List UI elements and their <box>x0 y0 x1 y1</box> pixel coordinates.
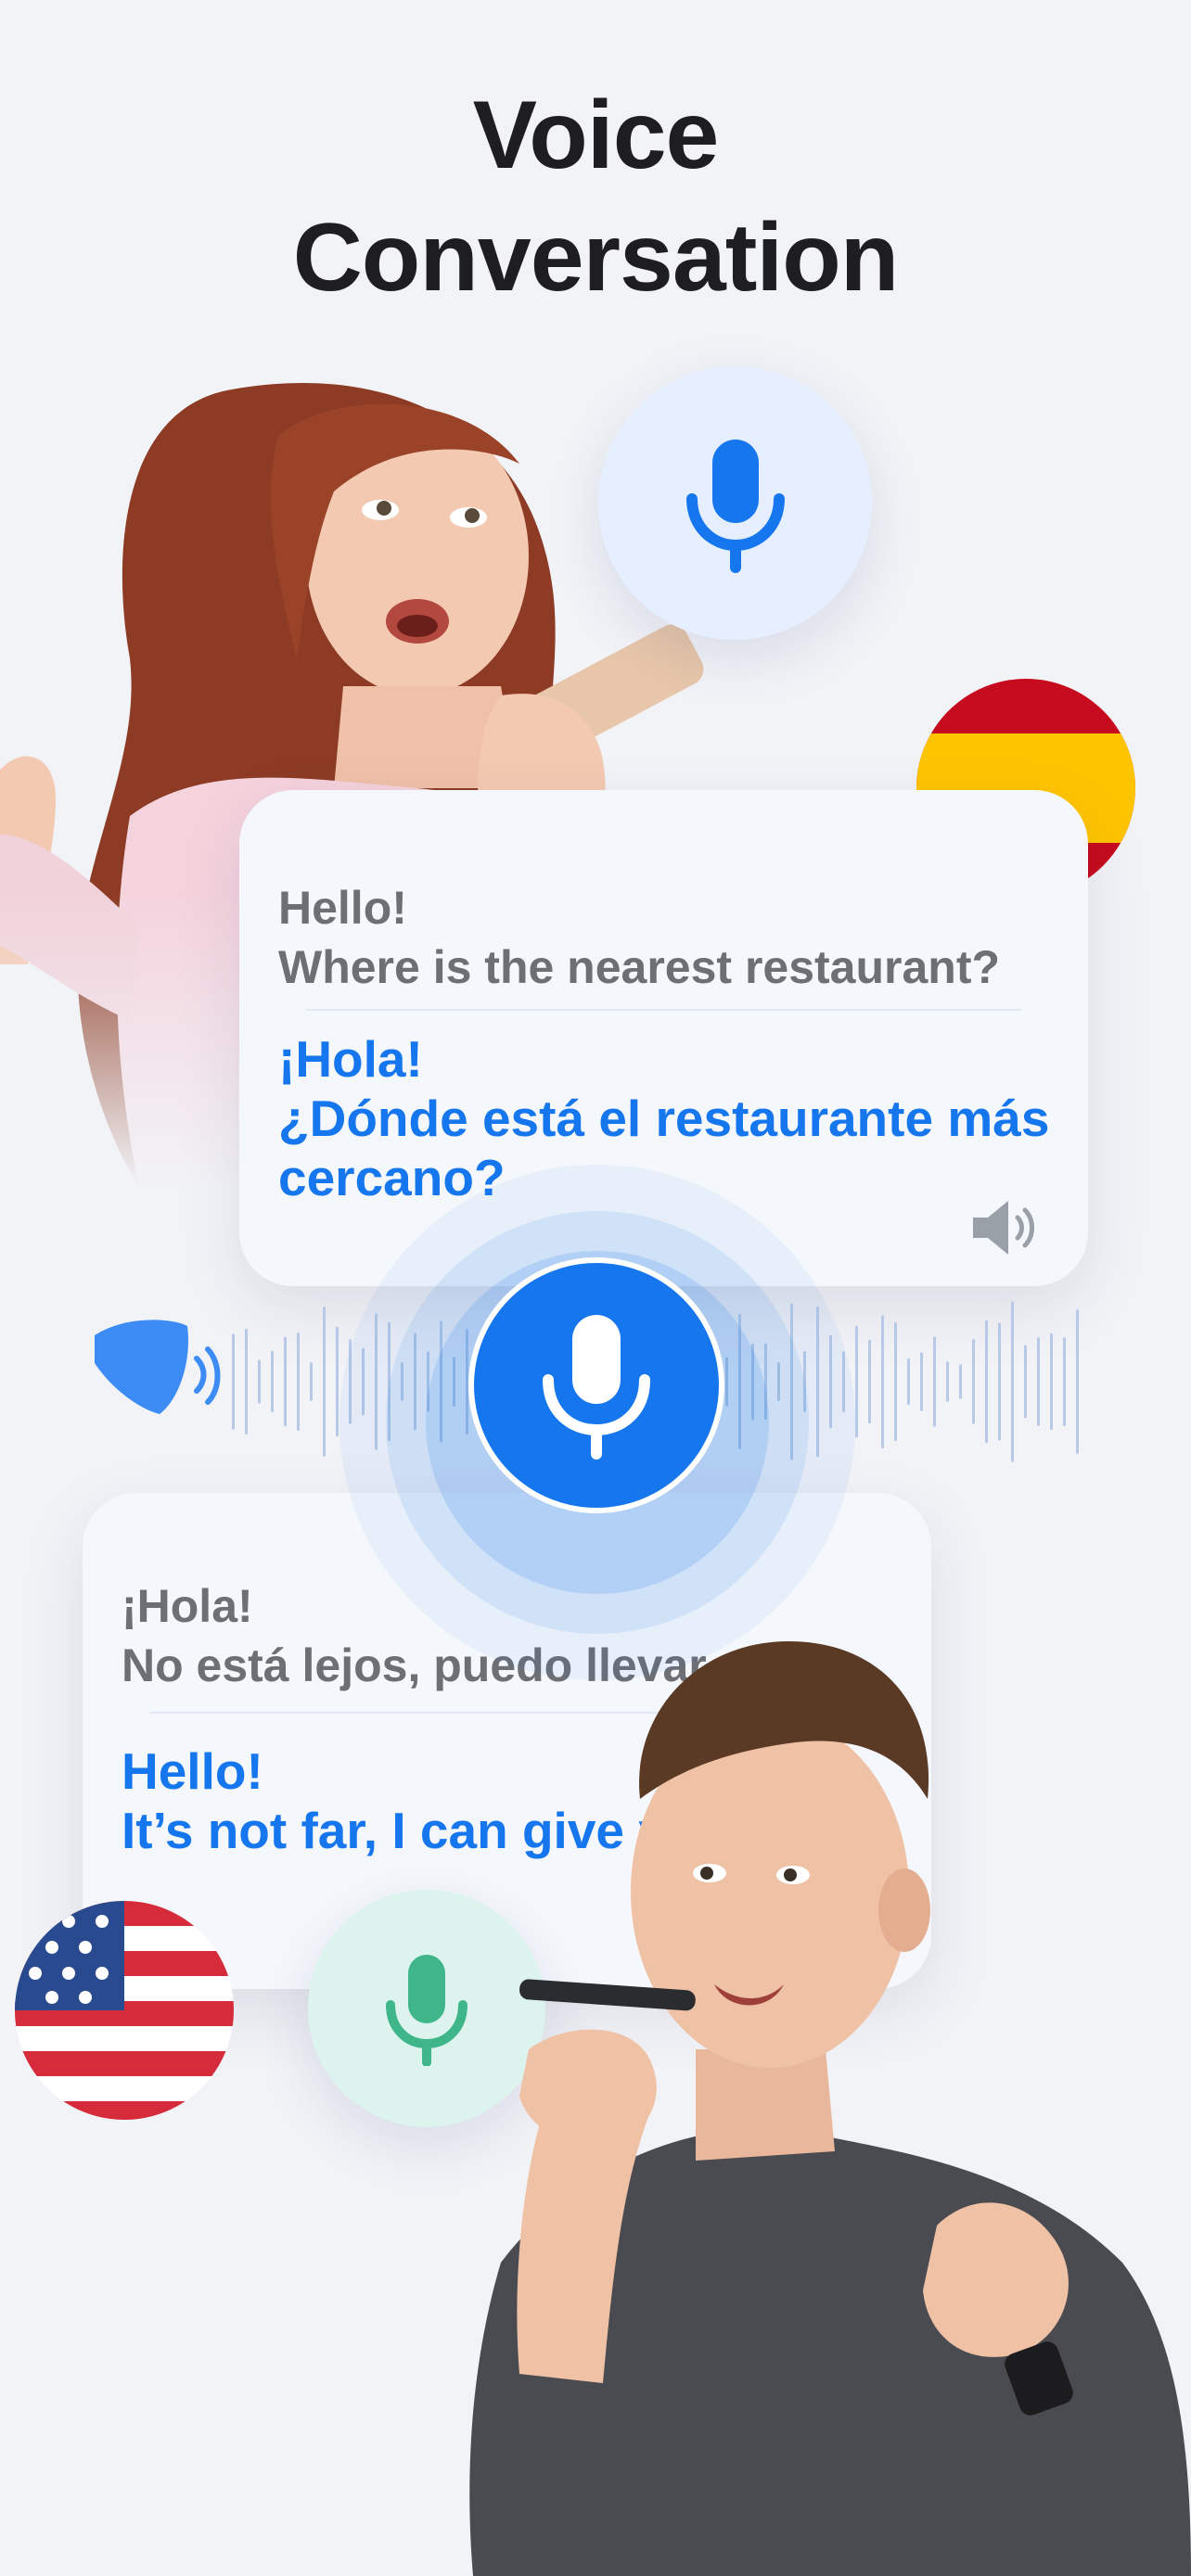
waveform-bar <box>881 1315 884 1448</box>
translated-line: ¿Dónde está el restaurante más <box>278 1090 1050 1147</box>
source-text: Hello! Where is the nearest restaurant? <box>278 878 1055 997</box>
waveform-bar <box>985 1320 988 1444</box>
waveform-bar <box>920 1352 923 1411</box>
waveform-bar <box>310 1362 313 1401</box>
waveform-bar <box>1063 1337 1066 1426</box>
waveform-bar <box>907 1358 910 1406</box>
waveform-bar <box>336 1326 339 1437</box>
waveform-bar <box>323 1307 326 1457</box>
translated-line: ¡Hola! <box>278 1030 423 1088</box>
waveform-bar <box>998 1322 1001 1441</box>
waveform-bar <box>258 1359 261 1404</box>
waveform-bar <box>855 1325 858 1438</box>
waveform-bar <box>284 1336 287 1427</box>
divider <box>306 1009 1021 1011</box>
source-line: Hello! <box>278 882 407 934</box>
waveform-bar <box>1076 1309 1079 1454</box>
title-line-1: Voice <box>472 82 720 189</box>
page-title: Voice Conversation <box>0 74 1191 319</box>
waveform-bar <box>946 1361 949 1402</box>
sound-wave-icon <box>95 1320 221 1414</box>
waveform-bar <box>959 1364 962 1399</box>
waveform-bar <box>868 1339 871 1424</box>
waveform-bar <box>232 1333 235 1430</box>
waveform-bar <box>297 1333 300 1431</box>
waveform-bar <box>972 1339 975 1424</box>
waveform-bar <box>933 1336 936 1427</box>
usa-flag-icon <box>15 1901 234 2120</box>
waveform-bar <box>1011 1301 1014 1462</box>
waveform-bar <box>1024 1345 1027 1419</box>
waveform-bar <box>271 1350 274 1413</box>
record-button[interactable] <box>468 1257 724 1513</box>
waveform-bar <box>894 1322 897 1441</box>
microphone-icon <box>543 1315 650 1460</box>
app-store-screenshot: Voice Conversation Hello! Where is the n… <box>0 0 1191 2576</box>
source-line: Where is the nearest restaurant? <box>278 941 1001 993</box>
mic-button-top[interactable] <box>598 366 872 640</box>
title-line-2: Conversation <box>292 204 900 312</box>
speaker-icon[interactable] <box>967 1195 1042 1260</box>
waveform-bar <box>1037 1337 1040 1426</box>
man-photo <box>469 1641 1191 2576</box>
waveform-bar <box>1050 1333 1053 1431</box>
microphone-icon <box>685 439 785 573</box>
waveform-bar <box>245 1328 248 1435</box>
